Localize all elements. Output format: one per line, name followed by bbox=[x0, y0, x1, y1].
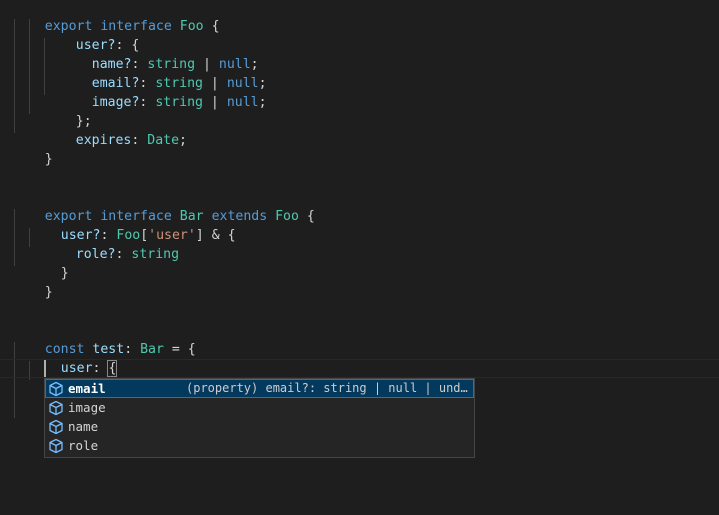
suggest-item-label: image bbox=[68, 400, 106, 415]
suggest-item-role[interactable]: role bbox=[45, 436, 474, 455]
punctuation-token: : bbox=[139, 95, 148, 110]
property-token: user bbox=[60, 361, 93, 376]
punctuation-token: { bbox=[306, 209, 315, 224]
matching-brace: { bbox=[107, 360, 118, 377]
punctuation-token: : bbox=[124, 342, 133, 357]
autocomplete-suggest-widget[interactable]: email (property) email?: string | null |… bbox=[44, 378, 475, 458]
type-token: Bar bbox=[140, 342, 164, 357]
punctuation-token: } bbox=[44, 152, 53, 167]
code-line-14: const test: Bar = { bbox=[13, 321, 196, 357]
punctuation-token: } bbox=[44, 285, 53, 300]
code-line-4: email?: string | null; bbox=[60, 55, 267, 91]
property-icon bbox=[49, 400, 63, 416]
type-token: Foo bbox=[179, 19, 204, 34]
property-icon bbox=[49, 381, 63, 397]
code-line-1: export interface Foo { bbox=[13, 0, 220, 34]
code-line-12: } bbox=[29, 245, 69, 281]
code-line-11: role?: string bbox=[44, 226, 179, 262]
punctuation-token: : bbox=[92, 361, 101, 376]
property-token: expires bbox=[75, 133, 132, 148]
type-token: string bbox=[131, 247, 180, 262]
punctuation-token: { bbox=[211, 19, 220, 34]
code-line-9: export interface Bar extends Foo { bbox=[13, 188, 315, 224]
type-token: Foo bbox=[275, 209, 299, 224]
punctuation-token: { bbox=[227, 228, 236, 243]
code-editor[interactable]: export interface Foo { user?: { name?: s… bbox=[0, 0, 719, 515]
code-line-2: user?: { bbox=[44, 17, 140, 53]
punctuation-token: | bbox=[210, 95, 219, 110]
punctuation-token: ; bbox=[258, 95, 267, 110]
suggest-item-email[interactable]: email (property) email?: string | null |… bbox=[45, 379, 474, 398]
code-line-10: user?: Foo['user'] & { bbox=[29, 207, 236, 243]
suggest-item-detail: (property) email?: string | null | undef… bbox=[186, 381, 468, 395]
text-cursor bbox=[44, 360, 46, 377]
keyword-token: null bbox=[226, 95, 259, 110]
code-line-8: } bbox=[13, 131, 53, 167]
punctuation-token: : bbox=[115, 247, 124, 262]
punctuation-token: = bbox=[171, 342, 180, 357]
type-token: string bbox=[155, 95, 203, 110]
punctuation-token: & bbox=[211, 228, 220, 243]
property-icon bbox=[49, 419, 63, 435]
property-token: role? bbox=[75, 247, 116, 262]
punctuation-token: } bbox=[60, 266, 69, 281]
type-token: Date bbox=[147, 133, 180, 148]
property-token: image? bbox=[91, 95, 140, 110]
suggest-item-label: name bbox=[68, 419, 99, 434]
suggest-item-label: role bbox=[68, 438, 99, 453]
code-line-7: expires: Date; bbox=[44, 112, 187, 148]
code-line-15: user: { bbox=[29, 340, 118, 377]
punctuation-token: ; bbox=[179, 133, 187, 148]
punctuation-token: ] bbox=[195, 228, 204, 243]
property-icon bbox=[49, 438, 63, 454]
code-line-13: } bbox=[13, 264, 53, 300]
code-line-6: }; bbox=[44, 93, 92, 129]
suggest-item-label: email bbox=[68, 381, 106, 396]
code-line-5: image?: string | null; bbox=[60, 74, 267, 110]
punctuation-token: { bbox=[187, 342, 196, 357]
code-line-3: name?: string | null; bbox=[60, 36, 259, 72]
punctuation-token: : bbox=[131, 133, 140, 148]
suggest-item-name[interactable]: name bbox=[45, 417, 474, 436]
suggest-item-image[interactable]: image bbox=[45, 398, 474, 417]
